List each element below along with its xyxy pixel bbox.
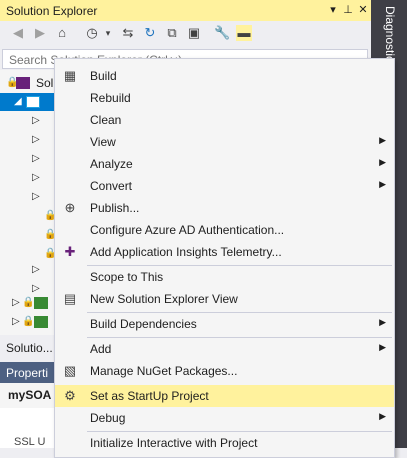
- menu-item-scope-to-this[interactable]: Scope to This: [55, 266, 394, 288]
- solution-explorer-title-bar: Solution Explorer ▾ ⊥ ✕: [0, 0, 371, 21]
- collapsed-arrow-icon[interactable]: ▷: [12, 313, 20, 331]
- lock-icon: 🔒: [22, 316, 35, 327]
- tree-node-solution[interactable]: 🔒 Sol: [6, 74, 56, 92]
- menu-item-label: Add Application Insights Telemetry...: [90, 245, 282, 259]
- dropdown-icon[interactable]: ▾: [326, 3, 340, 17]
- menu-item-convert[interactable]: Convert ▶: [55, 175, 394, 197]
- menu-item-add[interactable]: Add ▶: [55, 338, 394, 360]
- submenu-arrow-icon: ▶: [379, 342, 386, 352]
- menu-item-add-app-insights[interactable]: ✚ Add Application Insights Telemetry...: [55, 241, 394, 263]
- refresh-icon[interactable]: ↻: [142, 25, 158, 41]
- close-icon[interactable]: ✕: [356, 3, 370, 17]
- nuget-package-icon: ▧: [63, 363, 77, 378]
- menu-item-label: Convert: [90, 179, 133, 193]
- solution-explorer-title: Solution Explorer: [6, 4, 98, 18]
- menu-item-build-dependencies[interactable]: Build Dependencies ▶: [55, 313, 394, 335]
- collapsed-arrow-icon[interactable]: ▷: [32, 169, 40, 187]
- collapsed-arrow-icon[interactable]: ▷: [32, 150, 40, 168]
- menu-item-label: View: [90, 135, 116, 149]
- menu-item-publish[interactable]: ⊕ Publish...: [55, 197, 394, 219]
- solution-explorer-tab-label: Solutio...: [6, 341, 53, 355]
- home-icon[interactable]: ⌂: [54, 25, 70, 41]
- submenu-arrow-icon: ▶: [379, 411, 386, 421]
- menu-item-label: Add: [90, 342, 112, 356]
- menu-item-build[interactable]: ▦ Build: [55, 65, 394, 87]
- collapsed-arrow-icon[interactable]: ▷: [32, 131, 40, 149]
- menu-item-label: Manage NuGet Packages...: [90, 364, 238, 378]
- forward-icon[interactable]: ▶: [32, 25, 48, 41]
- menu-item-configure-azure-ad[interactable]: Configure Azure AD Authentication...: [55, 219, 394, 241]
- collapse-all-icon[interactable]: ⧉: [164, 25, 180, 41]
- collapsed-arrow-icon[interactable]: ▷: [32, 112, 40, 130]
- show-all-files-icon[interactable]: ▣: [186, 25, 202, 41]
- build-icon: ▦: [63, 68, 77, 83]
- filter-dropdown-icon[interactable]: ▾: [100, 25, 116, 41]
- menu-item-label: Build: [90, 69, 117, 83]
- property-row-label[interactable]: SSL U: [14, 436, 45, 448]
- globe-icon: ⊕: [64, 200, 76, 215]
- menu-item-label: Debug: [90, 411, 126, 425]
- app-insights-icon: ✚: [64, 244, 76, 259]
- submenu-arrow-icon: ▶: [379, 157, 386, 167]
- submenu-arrow-icon: ▶: [379, 317, 386, 327]
- expanded-arrow-icon[interactable]: ◢: [14, 93, 22, 111]
- diagnostic-tab-label: Diagnostic: [383, 6, 397, 63]
- menu-item-view[interactable]: View ▶: [55, 131, 394, 153]
- lock-icon: 🔒: [22, 297, 35, 308]
- collapsed-arrow-icon[interactable]: ▷: [32, 261, 40, 279]
- menu-item-analyze[interactable]: Analyze ▶: [55, 153, 394, 175]
- new-view-icon: ▤: [63, 291, 77, 306]
- solution-icon: [16, 77, 30, 89]
- menu-item-label: Analyze: [90, 157, 133, 171]
- menu-item-initialize-interactive[interactable]: Initialize Interactive with Project: [55, 432, 394, 454]
- menu-item-new-solution-explorer-view[interactable]: ▤ New Solution Explorer View: [55, 288, 394, 310]
- pending-changes-filter-icon[interactable]: ◷: [84, 25, 100, 41]
- gear-icon: ⚙: [64, 388, 76, 403]
- tree-node-project-selected[interactable]: ◢: [0, 93, 54, 111]
- submenu-arrow-icon: ▶: [379, 179, 386, 189]
- sync-with-active-document-icon[interactable]: ⇆: [120, 25, 136, 41]
- properties-object-name: mySOA: [8, 388, 52, 402]
- tree-node-csharp-project[interactable]: ▷ 🔒: [12, 294, 54, 312]
- properties-wrench-icon[interactable]: 🔧: [214, 25, 230, 41]
- menu-item-label: New Solution Explorer View: [90, 292, 238, 306]
- menu-item-label: Configure Azure AD Authentication...: [90, 223, 285, 237]
- menu-item-label: Build Dependencies: [90, 317, 197, 331]
- project-icon: [34, 316, 48, 328]
- menu-item-label: Clean: [90, 113, 122, 127]
- menu-item-clean[interactable]: Clean: [55, 109, 394, 131]
- properties-title: Properti: [6, 366, 49, 380]
- solution-label: Sol: [36, 76, 54, 90]
- menu-item-label: Publish...: [90, 201, 140, 215]
- csharp-project-icon: [34, 297, 48, 309]
- menu-item-debug[interactable]: Debug ▶: [55, 407, 394, 429]
- menu-item-set-as-startup[interactable]: ⚙ Set as StartUp Project: [55, 385, 394, 407]
- back-icon[interactable]: ◀: [10, 25, 26, 41]
- preview-selected-items-icon[interactable]: ▬: [236, 25, 252, 41]
- collapsed-arrow-icon[interactable]: ▷: [32, 188, 40, 206]
- tree-node-project[interactable]: ▷ 🔒: [12, 313, 54, 331]
- menu-item-label: Scope to This: [90, 270, 164, 284]
- project-context-menu: ▦ Build Rebuild Clean View ▶ Analyze ▶ C…: [54, 58, 395, 458]
- menu-item-label: Set as StartUp Project: [90, 389, 209, 403]
- solution-explorer-toolbar: ◀ ▶ ⌂ ◷ ▾ ⇆ ↻ ⧉ ▣ 🔧 ▬: [0, 21, 371, 47]
- menu-item-manage-nuget[interactable]: ▧ Manage NuGet Packages...: [55, 360, 394, 382]
- collapsed-arrow-icon[interactable]: ▷: [12, 294, 20, 312]
- menu-item-label: Rebuild: [90, 91, 131, 105]
- pin-icon[interactable]: ⊥: [341, 3, 355, 17]
- web-project-icon: [26, 96, 40, 108]
- submenu-arrow-icon: ▶: [379, 135, 386, 145]
- menu-item-rebuild[interactable]: Rebuild: [55, 87, 394, 109]
